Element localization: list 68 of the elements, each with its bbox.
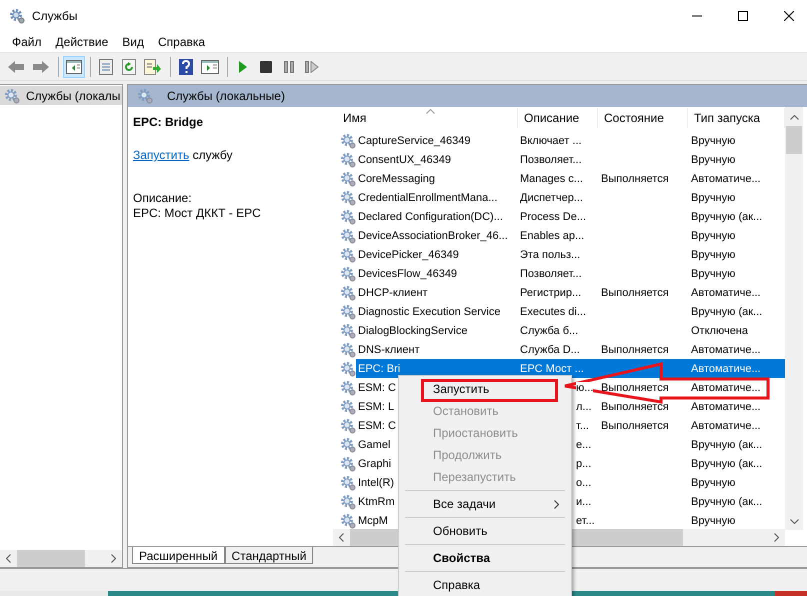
- table-cell: Вручную (ак...: [691, 496, 762, 508]
- description-text: EPC: Мост ДККТ - EPC: [133, 206, 262, 220]
- table-cell: Intel(R): [358, 476, 394, 488]
- table-cell: DNS-клиент: [358, 344, 420, 356]
- table-cell: Declared Configuration(DC)...: [358, 210, 503, 222]
- table-cell: Вручную (ак...: [691, 306, 762, 318]
- table-cell: Диспетчер...: [520, 192, 583, 204]
- service-title: EPC: Bridge: [133, 115, 204, 129]
- window-title: Службы: [32, 9, 78, 23]
- table-cell: ю...: [576, 382, 594, 394]
- table-cell: Graphi: [358, 458, 392, 470]
- table-cell: Автоматиче...: [691, 362, 761, 374]
- table-cell: Автоматиче...: [691, 400, 761, 412]
- table-cell: Diagnostic Execution Service: [358, 306, 500, 318]
- table-cell: Вручную: [691, 248, 736, 260]
- description-label: Описание:: [133, 191, 193, 205]
- table-cell: Выполняется: [601, 400, 669, 412]
- table-cell: DeviceAssociationBroker_46...: [358, 230, 508, 242]
- table-cell: Выполняется: [601, 286, 669, 298]
- table-cell: DialogBlockingService: [358, 324, 468, 336]
- table-cell: CaptureService_46349: [358, 134, 471, 146]
- table-cell: Эта польз...: [520, 248, 580, 260]
- table-cell: Позволяет...: [520, 268, 582, 280]
- panel-header: Службы (локальные): [128, 85, 807, 107]
- table-cell: Вручную: [691, 230, 736, 242]
- table-cell: EPC Мост ...: [520, 362, 584, 374]
- table-cell: Автоматиче...: [691, 172, 761, 184]
- table-cell: Manages c...: [520, 172, 583, 184]
- table-cell: ESM: C: [358, 420, 396, 432]
- table-cell: Process De...: [520, 210, 586, 222]
- link-caption: службу: [192, 148, 232, 162]
- table-cell: Автоматиче...: [691, 382, 761, 394]
- table-cell: Gamel: [358, 438, 390, 450]
- table-cell: Вручную (ак...: [691, 458, 762, 470]
- table-cell: Enables ap...: [520, 230, 584, 242]
- table-cell: Выполняется: [601, 420, 669, 432]
- table-cell: DHCP-клиент: [358, 286, 428, 298]
- table-cell: CoreMessaging: [358, 172, 436, 184]
- table-cell: Автоматиче...: [691, 344, 761, 356]
- table-cell: ESM: C: [358, 382, 396, 394]
- table-cell: Автоматиче...: [691, 286, 761, 298]
- table-cell: Выполняется: [601, 382, 669, 394]
- table-cell: ConsentUX_46349: [358, 154, 451, 166]
- table-cell: Вручную: [691, 192, 736, 204]
- table-cell: Позволяет...: [520, 154, 582, 166]
- table-cell: Вручную: [691, 134, 736, 146]
- table-cell: ESM: L: [358, 400, 394, 412]
- table-cell: Вручную (ак...: [691, 438, 762, 450]
- table-cell: KtmRm: [358, 496, 395, 508]
- table-cell: Вручную: [691, 514, 736, 526]
- table-cell: Вручную: [691, 476, 736, 488]
- table-cell: Служба D...: [520, 344, 580, 356]
- table-cell: EPC: Bri: [358, 362, 400, 374]
- table-cell: Вручную: [691, 268, 736, 280]
- table-cell: Отключена: [691, 324, 748, 336]
- table-cell: Вручную (ак...: [691, 210, 762, 222]
- table-cell: Выполняется: [601, 344, 669, 356]
- table-cell: DevicesFlow_46349: [358, 268, 458, 280]
- table-cell: Вручную: [691, 154, 736, 166]
- table-cell: CredentialEnrollmentMana...: [358, 192, 498, 204]
- table-cell: Автоматиче...: [691, 420, 761, 432]
- table-cell: McpM: [358, 514, 388, 526]
- table-cell: Служба б...: [520, 324, 578, 336]
- table-cell: Executes di...: [520, 306, 586, 318]
- table-cell: Включает ...: [520, 134, 582, 146]
- table-cell: DevicePicker_46349: [358, 248, 459, 260]
- table-cell: Выполняется: [601, 172, 669, 184]
- table-cell: Регистрир...: [520, 286, 582, 298]
